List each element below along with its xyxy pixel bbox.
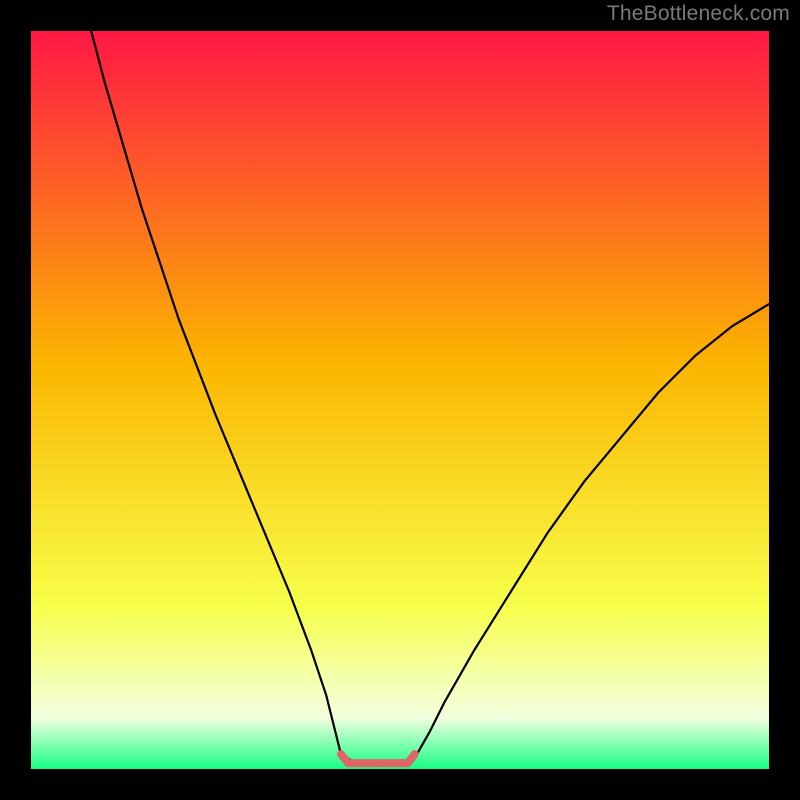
chart-container: TheBottleneck.com: [0, 0, 800, 800]
gradient-background: [31, 31, 769, 769]
watermark-text: TheBottleneck.com: [607, 2, 790, 26]
bottleneck-plot: [31, 31, 769, 769]
